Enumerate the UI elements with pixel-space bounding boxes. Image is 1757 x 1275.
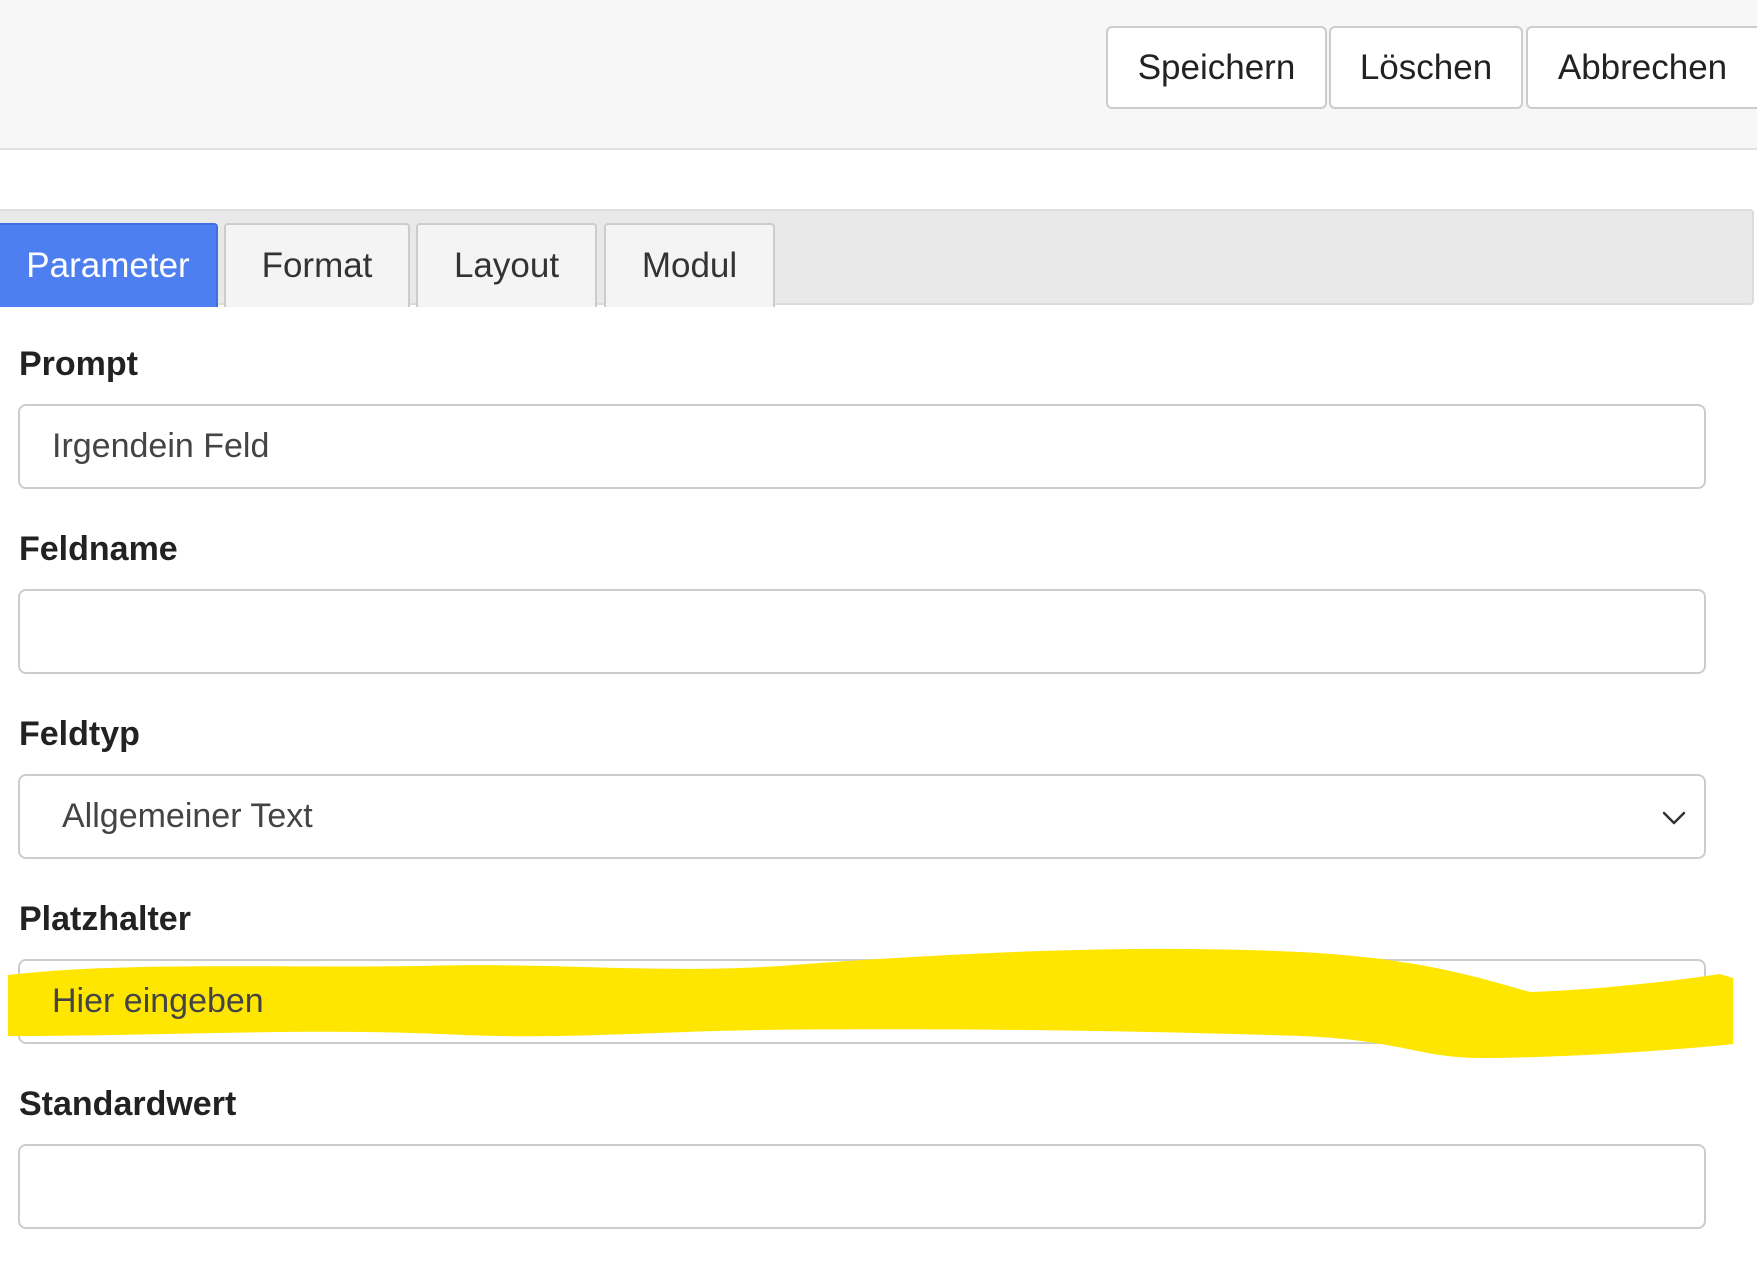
standardwert-label: Standardwert [19, 1085, 237, 1123]
tab-modul[interactable]: Modul [604, 223, 775, 307]
prompt-label: Prompt [19, 345, 138, 383]
cancel-button[interactable]: Abbrechen [1526, 26, 1757, 109]
standardwert-input[interactable] [18, 1144, 1706, 1229]
feldtyp-select[interactable]: Allgemeiner Text [18, 774, 1706, 859]
feldtyp-label: Feldtyp [19, 715, 140, 753]
save-button[interactable]: Speichern [1106, 26, 1327, 109]
tab-layout[interactable]: Layout [416, 223, 597, 307]
feldtyp-selected-value: Allgemeiner Text [62, 797, 313, 835]
chevron-down-icon [1662, 811, 1686, 825]
feldname-label: Feldname [19, 530, 178, 568]
platzhalter-input[interactable] [18, 959, 1706, 1044]
platzhalter-value: Hier eingeben [52, 982, 264, 1020]
tab-parameter[interactable]: Parameter [0, 223, 218, 307]
tab-bar: Parameter Format Layout Modul [0, 209, 1754, 307]
prompt-input[interactable]: Irgendein Feld [18, 404, 1706, 489]
toolbar: Speichern Löschen Abbrechen [0, 0, 1757, 150]
delete-button[interactable]: Löschen [1329, 26, 1523, 109]
platzhalter-label: Platzhalter [19, 900, 191, 938]
tab-format[interactable]: Format [224, 223, 410, 307]
feldname-input[interactable] [18, 589, 1706, 674]
